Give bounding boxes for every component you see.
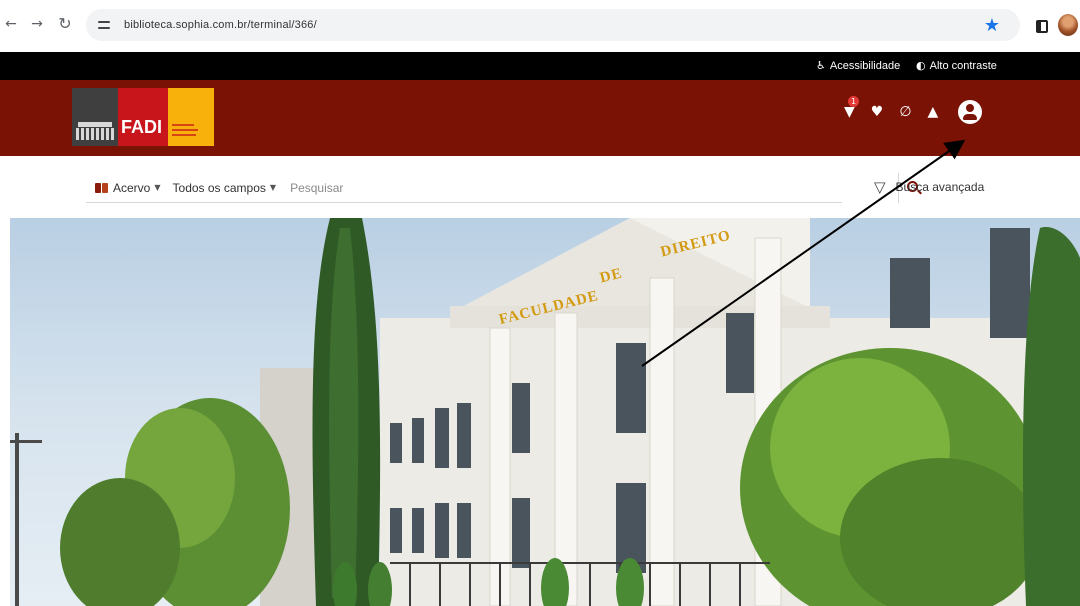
browser-profile-avatar[interactable] bbox=[1058, 14, 1078, 36]
side-panel-icon[interactable] bbox=[1036, 20, 1048, 33]
bookmark-star-icon[interactable]: ★ bbox=[984, 15, 1000, 36]
back-icon[interactable]: ← bbox=[0, 16, 22, 32]
contrast-label: Alto contraste bbox=[929, 59, 997, 72]
fields-label: Todos os campos bbox=[172, 180, 266, 195]
collection-dropdown[interactable]: Acervo ▼ bbox=[95, 181, 161, 195]
address-bar[interactable]: biblioteca.sophia.com.br/terminal/366/ ★ bbox=[86, 9, 1020, 41]
search-box: Acervo ▼ Todos os campos ▼ bbox=[86, 173, 918, 203]
accessibility-label: Acessibilidade bbox=[829, 59, 901, 72]
hero-image: FACULDADE DE DIREITO bbox=[10, 218, 1080, 606]
contrast-icon: ◐ bbox=[916, 59, 926, 72]
user-icon[interactable] bbox=[958, 100, 983, 124]
funnel-icon: ▽ bbox=[874, 178, 886, 196]
advanced-search-link[interactable]: ▽ Busca avançada bbox=[874, 178, 984, 196]
search-bar: Acervo ▼ Todos os campos ▼ ▽ Busca avanç… bbox=[0, 156, 1080, 218]
chevron-down-icon: ▼ bbox=[154, 183, 161, 192]
accessibility-icon: ♿ bbox=[816, 59, 826, 72]
advanced-search-label: Busca avançada bbox=[895, 180, 985, 194]
link-icon[interactable]: ∅ bbox=[899, 104, 911, 120]
fadi-logo[interactable]: FADI bbox=[72, 88, 214, 146]
site-header: FADI ▼ 1 ♥ ∅ ▲ bbox=[0, 80, 1080, 156]
reload-icon[interactable]: ↻ bbox=[54, 14, 76, 33]
header-actions: ▼ 1 ♥ ∅ ▲ bbox=[844, 96, 983, 124]
logo-building-mark bbox=[72, 88, 118, 146]
url-text[interactable]: biblioteca.sophia.com.br/terminal/366/ bbox=[124, 19, 317, 31]
browser-toolbar: ← → ↻ biblioteca.sophia.com.br/terminal/… bbox=[0, 0, 1080, 52]
heart-icon[interactable]: ♥ bbox=[871, 104, 884, 120]
accessibility-link[interactable]: ♿ Acessibilidade bbox=[816, 59, 900, 72]
bookmark-icon[interactable]: ▼ 1 bbox=[844, 96, 859, 120]
graduation-cap-icon[interactable]: ▲ bbox=[928, 104, 939, 120]
forward-icon[interactable]: → bbox=[26, 16, 48, 32]
search-input[interactable] bbox=[288, 179, 769, 196]
logo-yellow-block bbox=[168, 88, 214, 146]
high-contrast-link[interactable]: ◐ Alto contraste bbox=[916, 59, 997, 72]
site-info-icon[interactable] bbox=[96, 18, 114, 32]
book-icon bbox=[95, 182, 109, 194]
accessibility-bar: ♿ Acessibilidade ◐ Alto contraste bbox=[0, 52, 1080, 80]
chevron-down-icon: ▼ bbox=[269, 183, 277, 192]
notification-badge: 1 bbox=[848, 96, 859, 107]
fields-dropdown[interactable]: Todos os campos ▼ bbox=[173, 181, 277, 195]
hero-illustration bbox=[10, 218, 1080, 606]
logo-fadi-text: FADI bbox=[118, 88, 168, 146]
collection-label: Acervo bbox=[113, 180, 151, 195]
